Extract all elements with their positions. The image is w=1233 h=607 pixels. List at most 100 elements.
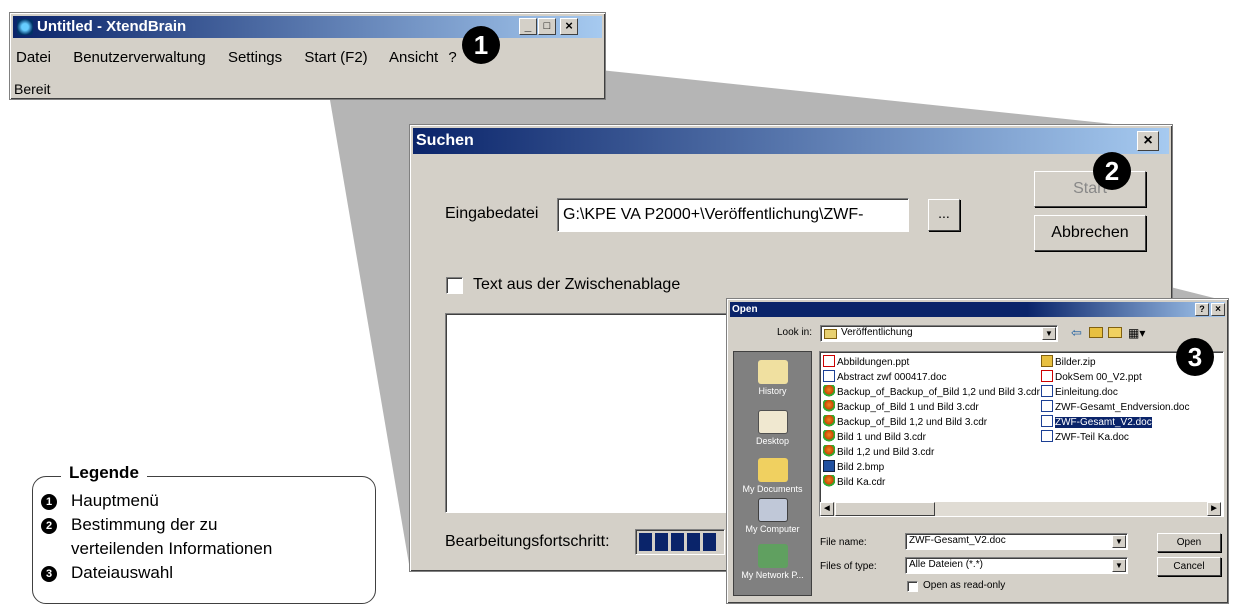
menu-datei[interactable]: Datei — [16, 49, 51, 66]
browse-button[interactable]: ... — [928, 199, 960, 231]
places-my-network[interactable]: My Network P... — [734, 544, 811, 580]
history-icon — [757, 360, 788, 384]
legend-num-2: 2 — [41, 518, 57, 534]
menu-ansicht[interactable]: Ansicht — [389, 49, 438, 66]
legend-box: Legende 1 Hauptmenü 2 Bestimmung der zu ve… — [32, 463, 376, 604]
status-bar: Bereit — [14, 81, 51, 97]
file-item[interactable]: Abbildungen.ppt — [823, 355, 909, 370]
scroll-left-icon[interactable]: ◀ — [820, 502, 834, 516]
file-item[interactable]: Backup_of_Backup_of_Bild 1,2 und Bild 3.… — [823, 385, 1040, 400]
badge-1: 1 — [462, 26, 500, 64]
badge-3: 3 — [1176, 338, 1214, 376]
readonly-checkbox[interactable] — [907, 581, 918, 592]
look-in-select[interactable]: Veröffentlichung ▼ — [820, 325, 1058, 342]
folder-icon — [824, 329, 837, 339]
scroll-right-icon[interactable]: ▶ — [1207, 502, 1221, 516]
legend-num-1: 1 — [41, 494, 57, 510]
app-icon — [17, 19, 33, 35]
places-desktop[interactable]: Desktop — [734, 410, 811, 446]
view-menu-icon[interactable]: ▦▾ — [1128, 326, 1145, 340]
progress-block — [671, 533, 684, 551]
file-type-label: Files of type: — [820, 561, 877, 572]
open-titlebar: Open ? × — [730, 302, 1225, 317]
places-my-documents[interactable]: My Documents — [734, 458, 811, 494]
clipboard-label: Text aus der Zwischenablage — [473, 276, 681, 293]
search-titlebar: Suchen × — [413, 128, 1169, 154]
main-titlebar: Untitled - XtendBrain _ □ × — [13, 16, 602, 38]
badge-2: 2 — [1093, 152, 1131, 190]
legend-title: Legende — [61, 463, 147, 483]
my-computer-icon — [757, 498, 788, 522]
legend-item-2: 2 Bestimmung der zu — [41, 515, 272, 539]
doc-file-icon — [1041, 385, 1053, 397]
desktop-icon — [757, 410, 788, 434]
menu-benutzerverwaltung[interactable]: Benutzerverwaltung — [73, 49, 206, 66]
places-history[interactable]: History — [734, 360, 811, 396]
open-help-button[interactable]: ? — [1195, 303, 1209, 316]
search-title: Suchen — [416, 132, 474, 149]
file-item[interactable]: Bild 2.bmp — [823, 460, 884, 475]
clipboard-checkbox[interactable] — [446, 277, 463, 294]
input-file-label: Eingabedatei — [445, 205, 539, 222]
zip-file-icon — [1041, 355, 1053, 367]
open-title: Open — [732, 304, 758, 315]
file-item[interactable]: ZWF-Teil Ka.doc — [1041, 430, 1129, 445]
legend-list: 1 Hauptmenü 2 Bestimmung der zu verteilend… — [41, 491, 272, 587]
my-documents-icon — [757, 458, 788, 482]
progress-fill — [639, 533, 719, 551]
abbrechen-button[interactable]: Abbrechen — [1034, 215, 1146, 251]
file-item[interactable]: DokSem 00_V2.ppt — [1041, 370, 1142, 385]
clipboard-textarea[interactable] — [445, 313, 735, 513]
menu-start[interactable]: Start (F2) — [304, 49, 367, 66]
cdr-file-icon — [823, 475, 835, 487]
file-item[interactable]: Bild Ka.cdr — [823, 475, 885, 490]
search-close-button[interactable]: × — [1137, 131, 1159, 151]
file-item[interactable]: Bild 1,2 und Bild 3.cdr — [823, 445, 934, 460]
legend-item-3: 3 Dateiauswahl — [41, 563, 272, 587]
look-in-dropdown-icon[interactable]: ▼ — [1042, 327, 1056, 340]
look-in-label: Look in: — [777, 327, 813, 338]
cdr-file-icon — [823, 385, 835, 397]
new-folder-icon[interactable] — [1108, 327, 1122, 338]
progress-bar — [635, 529, 725, 555]
file-item[interactable]: Bilder.zip — [1041, 355, 1096, 370]
file-type-dropdown-icon[interactable]: ▼ — [1112, 559, 1126, 572]
file-item[interactable]: Backup_of_Bild 1 und Bild 3.cdr — [823, 400, 979, 415]
scroll-thumb[interactable] — [835, 502, 935, 516]
file-name-input[interactable]: ZWF-Gesamt_V2.doc ▼ — [905, 533, 1128, 550]
file-item[interactable]: Einleitung.doc — [1041, 385, 1118, 400]
menu-settings[interactable]: Settings — [228, 49, 282, 66]
up-folder-icon[interactable] — [1089, 327, 1103, 338]
ppt-file-icon — [823, 355, 835, 367]
open-button[interactable]: Open — [1157, 533, 1221, 552]
progress-block — [655, 533, 668, 551]
main-window: Untitled - XtendBrain _ □ × Datei Benutz… — [9, 12, 606, 100]
places-my-computer[interactable]: My Computer — [734, 498, 811, 534]
doc-file-icon — [1041, 415, 1053, 427]
maximize-button[interactable]: □ — [538, 18, 556, 35]
open-close-button[interactable]: × — [1211, 303, 1225, 316]
horizontal-scrollbar[interactable]: ◀ ▶ — [820, 502, 1221, 516]
readonly-label: Open as read-only — [923, 580, 1006, 591]
file-item[interactable]: Backup_of_Bild 1,2 und Bild 3.cdr — [823, 415, 987, 430]
back-icon[interactable]: ⇦ — [1071, 325, 1082, 341]
legend-num-3: 3 — [41, 566, 57, 582]
cdr-file-icon — [823, 400, 835, 412]
cdr-file-icon — [823, 445, 835, 457]
doc-file-icon — [1041, 400, 1053, 412]
file-item[interactable]: Bild 1 und Bild 3.cdr — [823, 430, 926, 445]
file-type-select[interactable]: Alle Dateien (*.*) ▼ — [905, 557, 1128, 574]
ppt-file-icon — [1041, 370, 1053, 382]
file-name-dropdown-icon[interactable]: ▼ — [1112, 535, 1126, 548]
legend-item-1: 1 Hauptmenü — [41, 491, 272, 515]
file-item[interactable]: ZWF-Gesamt_Endversion.doc — [1041, 400, 1190, 415]
main-menubar: Datei Benutzerverwaltung Settings Start … — [16, 49, 457, 66]
open-cancel-button[interactable]: Cancel — [1157, 557, 1221, 576]
minimize-button[interactable]: _ — [519, 18, 537, 35]
doc-file-icon — [1041, 430, 1053, 442]
input-file-field[interactable]: G:\KPE VA P2000+\Veröffentlichung\ZWF- — [557, 198, 909, 232]
menu-help[interactable]: ? — [448, 49, 456, 66]
file-item[interactable]: Abstract zwf 000417.doc — [823, 370, 947, 385]
file-item[interactable]: ZWF-Gesamt_V2.doc — [1041, 415, 1152, 430]
close-button[interactable]: × — [560, 18, 578, 35]
